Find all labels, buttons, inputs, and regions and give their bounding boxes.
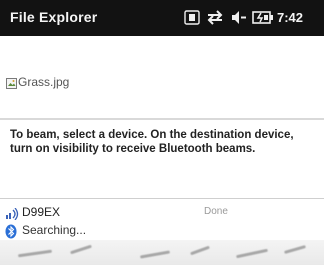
beam-screen: File Explorer 7:42 Grass.jpg To beam, se… xyxy=(0,0,324,265)
device-status: Done xyxy=(204,206,228,217)
clock-time[interactable]: 7:42 xyxy=(277,10,303,25)
list-divider xyxy=(0,198,324,199)
blur-mark xyxy=(17,249,53,258)
device-name: D99EX xyxy=(22,205,61,219)
app-title: File Explorer xyxy=(10,9,98,25)
file-name: Grass.jpg xyxy=(18,75,70,89)
device-list-item[interactable]: D99EX Done xyxy=(0,204,324,222)
blur-mark xyxy=(70,244,92,255)
image-file-icon xyxy=(6,76,17,94)
searching-status: Searching... xyxy=(0,222,324,240)
soft-key-bar xyxy=(0,240,324,265)
section-divider xyxy=(0,118,324,120)
blur-mark xyxy=(284,245,306,254)
beam-instructions: To beam, select a device. On the destina… xyxy=(10,129,294,155)
blur-mark xyxy=(190,245,210,256)
searching-text: Searching... xyxy=(22,223,87,237)
title-bar: File Explorer 7:42 xyxy=(0,0,324,36)
blur-mark xyxy=(236,248,268,259)
blur-mark xyxy=(139,250,171,259)
file-item: Grass.jpg xyxy=(0,36,324,116)
